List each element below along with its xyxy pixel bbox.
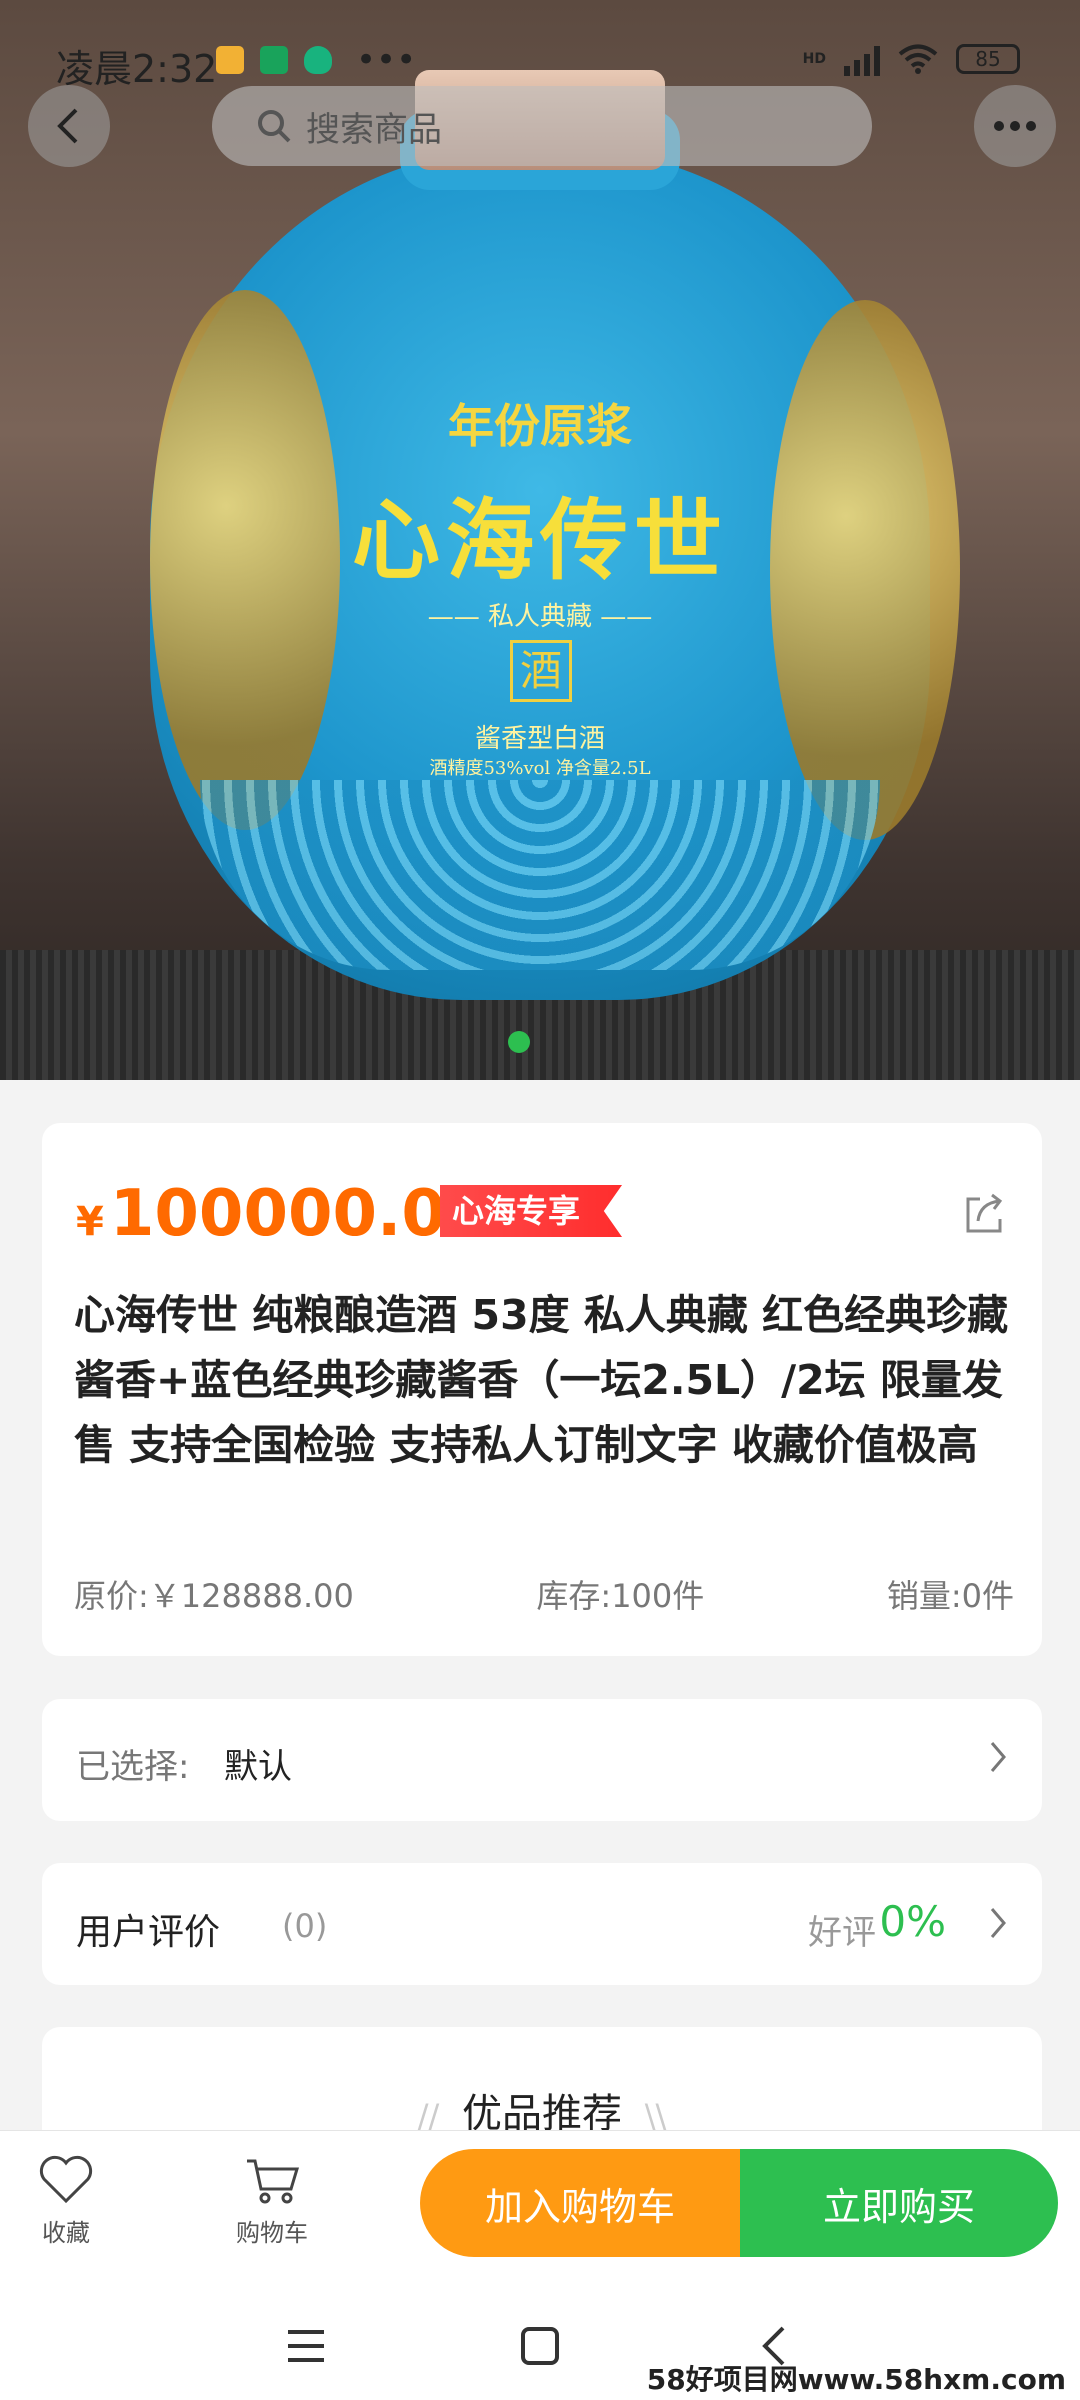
more-options-button[interactable] [974,85,1056,167]
add-to-cart-button[interactable]: 加入购物车 [420,2149,740,2257]
chevron-right-icon [990,1908,1006,1938]
system-status-icons: HD 85 [803,42,1020,76]
recent-apps-button[interactable] [276,2316,336,2376]
jar-label-top: 年份原浆 [448,399,632,453]
system-navigation-bar: 58好项目网www.58hxm.com [0,2280,1080,2400]
jar-label-main: 心海传世 [351,488,728,592]
share-icon[interactable] [960,1189,1008,1237]
carousel-indicator-dot [508,1031,530,1053]
product-title: 心海传世 纯粮酿造酒 53度 私人典藏 红色经典珍藏酱香+蓝色经典珍藏酱香（一坛… [74,1291,1009,1469]
cart-button[interactable]: 购物车 [212,2155,332,2248]
more-notifications-icon: ••• [356,40,417,80]
good-rate-label: 好评 [808,1913,876,1953]
wave-decoration [200,780,880,970]
signal-icon [844,42,880,76]
spec-selector[interactable]: 已选择: 默认 [42,1699,1042,1821]
search-input[interactable]: 搜索商品 [212,86,872,166]
hd-indicator: HD [802,51,826,67]
heart-icon [39,2155,93,2204]
notification-icons: ••• [216,40,417,80]
more-dots-icon [994,121,1036,131]
search-icon [258,110,291,143]
favorite-button[interactable]: 收藏 [26,2155,106,2248]
jar-label-seal: 酒 [510,640,572,702]
search-placeholder: 搜索商品 [306,109,442,150]
selection-value: 默认 [224,1747,292,1787]
product-meta-row: 原价:￥128888.00 库存:100件 销量:0件 [74,1571,1014,1617]
cart-label: 购物车 [236,2219,308,2247]
menu-icon [288,2330,324,2362]
message-notification-icon [216,46,244,74]
reviews-count: (0) [282,1907,328,1945]
bottom-action-bar: 收藏 购物车 加入购物车 立即购买 [0,2130,1080,2280]
watermark-text: 58好项目网www.58hxm.com [646,2363,1066,2396]
jar-label-kind: 酱香型白酒 [474,724,605,754]
battery-icon: 85 [956,44,1020,74]
security-notification-icon [304,46,332,74]
reviews-title: 用户评价 [76,1912,221,1953]
selection-label: 已选择: [76,1747,190,1787]
favorite-label: 收藏 [42,2219,90,2247]
buy-now-button[interactable]: 立即购买 [740,2149,1058,2257]
jar-label-sub: —— 私人典藏 —— [427,602,653,632]
wifi-icon [898,44,938,74]
sales-count: 销量:0件 [886,1577,1014,1615]
currency-symbol: ¥ [76,1199,104,1245]
chevron-left-icon [57,108,78,144]
jar-label-spec: 酒精度53%vol 净含量2.5L [429,758,651,779]
home-button[interactable] [510,2316,570,2376]
home-square-icon [521,2327,559,2365]
product-info-card: ¥ 100000.00 心海专享 心海传世 纯粮酿造酒 53度 私人典藏 红色经… [42,1123,1042,1656]
back-button[interactable] [28,85,110,167]
cart-icon [247,2159,300,2204]
original-price: 原价:￥128888.00 [74,1577,354,1615]
promo-badge: 心海专享 [440,1185,623,1237]
user-reviews-row[interactable]: 用户评价 (0) 好评 0% [42,1863,1042,1985]
good-rate-value: 0% [879,1897,946,1946]
price-row: ¥ 100000.00 [76,1177,490,1251]
product-price: 100000.00 [109,1177,491,1251]
status-time: 凌晨2:32 [56,47,218,91]
stock-count: 库存:100件 [536,1577,705,1615]
chevron-right-icon [990,1742,1006,1772]
download-notification-icon [260,46,288,74]
